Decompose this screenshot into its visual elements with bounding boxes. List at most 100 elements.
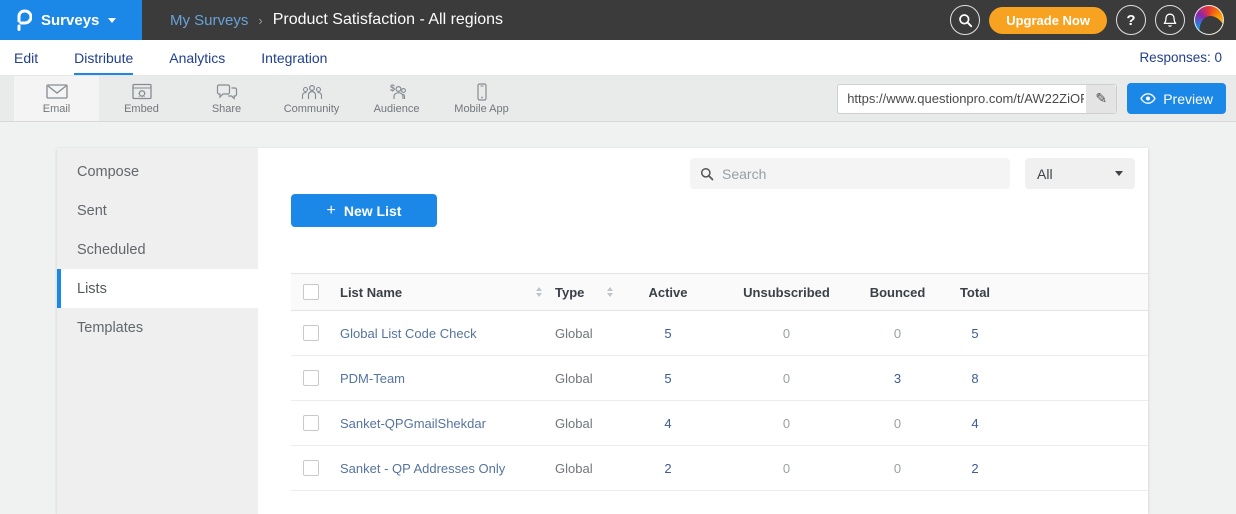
filter-value: All: [1037, 166, 1053, 182]
email-panel: Compose Sent Scheduled Lists Templates A…: [57, 148, 1148, 514]
row-checkbox[interactable]: [303, 325, 319, 341]
channel-community[interactable]: Community: [269, 76, 354, 121]
survey-url-input[interactable]: [837, 84, 1117, 114]
header-type[interactable]: Type: [552, 285, 607, 300]
bounced-count[interactable]: 0: [860, 416, 935, 431]
list-name-link[interactable]: Sanket - QP Addresses Only: [340, 461, 505, 476]
table-row: Sanket - QP Addresses Only Global 2 0 0 …: [291, 446, 1148, 491]
breadcrumb-my-surveys[interactable]: My Surveys: [170, 12, 248, 29]
svg-text:$: $: [390, 83, 395, 93]
new-list-button[interactable]: + New List: [291, 194, 437, 227]
list-type: Global: [552, 416, 623, 431]
sidebar-item-sent[interactable]: Sent: [57, 191, 258, 230]
active-count[interactable]: 5: [623, 326, 713, 341]
table-header: List Name Type Active Unsubscribed Bounc…: [291, 273, 1148, 311]
table-row: Global List Code Check Global 5 0 0 5: [291, 311, 1148, 356]
select-all-checkbox[interactable]: [303, 284, 319, 300]
browser-gear-icon: [130, 83, 154, 101]
channel-label: Share: [212, 103, 241, 115]
nav-tabs: Edit Distribute Analytics Integration: [14, 41, 327, 75]
list-controls: All: [258, 158, 1135, 189]
bounced-count[interactable]: 0: [860, 326, 935, 341]
active-count[interactable]: 2: [623, 461, 713, 476]
row-checkbox[interactable]: [303, 415, 319, 431]
search-input[interactable]: [722, 166, 1000, 182]
sidebar-item-compose[interactable]: Compose: [57, 152, 258, 191]
sort-list-name-icon[interactable]: [536, 287, 542, 297]
product-switcher[interactable]: Surveys: [0, 0, 142, 40]
total-count[interactable]: 4: [935, 416, 1015, 431]
sidebar-item-scheduled[interactable]: Scheduled: [57, 230, 258, 269]
top-bar: Surveys My Surveys › Product Satisfactio…: [0, 0, 1236, 40]
tab-distribute[interactable]: Distribute: [74, 41, 133, 75]
header-unsubscribed: Unsubscribed: [713, 285, 860, 300]
search-button[interactable]: [950, 5, 980, 35]
user-avatar[interactable]: [1194, 5, 1224, 35]
eye-icon: [1140, 93, 1156, 104]
list-name-link[interactable]: Sanket-QPGmailShekdar: [340, 416, 486, 431]
header-total: Total: [935, 285, 1015, 300]
bounced-count[interactable]: 0: [860, 461, 935, 476]
row-checkbox[interactable]: [303, 460, 319, 476]
breadcrumb-separator: ›: [258, 13, 262, 28]
channel-audience[interactable]: $ Audience: [354, 76, 439, 121]
bounced-count[interactable]: 3: [860, 371, 935, 386]
tab-analytics[interactable]: Analytics: [169, 41, 225, 75]
total-count[interactable]: 5: [935, 326, 1015, 341]
distribute-toolbar: Email Embed Share Community $ Audience: [0, 76, 1236, 122]
dollar-people-icon: $: [385, 83, 409, 101]
table-row: PDM-Team Global 5 0 3 8: [291, 356, 1148, 401]
people-group-icon: [300, 83, 324, 101]
list-filter-dropdown[interactable]: All: [1025, 158, 1135, 189]
unsubscribed-count[interactable]: 0: [713, 416, 860, 431]
channel-email[interactable]: Email: [14, 76, 99, 121]
active-count[interactable]: 5: [623, 371, 713, 386]
channel-label: Community: [284, 103, 340, 115]
sidebar-item-templates[interactable]: Templates: [57, 308, 258, 347]
toolbar-right: ✎ Preview: [837, 83, 1236, 114]
unsubscribed-count[interactable]: 0: [713, 461, 860, 476]
responses-count[interactable]: Responses: 0: [1139, 50, 1222, 65]
pencil-icon: ✎: [1095, 90, 1107, 107]
total-count[interactable]: 8: [935, 371, 1015, 386]
active-count[interactable]: 4: [623, 416, 713, 431]
sidebar-item-lists[interactable]: Lists: [57, 269, 258, 308]
list-search-box: [690, 158, 1010, 189]
header-active: Active: [623, 285, 713, 300]
survey-title: Product Satisfaction - All regions: [273, 11, 503, 29]
notifications-button[interactable]: [1155, 5, 1185, 35]
list-type: Global: [552, 461, 623, 476]
unsubscribed-count[interactable]: 0: [713, 371, 860, 386]
tab-edit[interactable]: Edit: [14, 41, 38, 75]
list-name-link[interactable]: PDM-Team: [340, 371, 405, 386]
channel-label: Embed: [124, 103, 159, 115]
sort-type-icon[interactable]: [607, 287, 613, 297]
unsubscribed-count[interactable]: 0: [713, 326, 860, 341]
tab-integration[interactable]: Integration: [261, 41, 327, 75]
envelope-icon: [45, 83, 69, 101]
channel-share[interactable]: Share: [184, 76, 269, 121]
mobile-phone-icon: [470, 83, 494, 101]
header-bounced: Bounced: [860, 285, 935, 300]
edit-url-button[interactable]: ✎: [1086, 85, 1116, 113]
search-icon: [958, 13, 973, 28]
channel-label: Mobile App: [454, 103, 508, 115]
upgrade-now-button[interactable]: Upgrade Now: [989, 7, 1107, 34]
total-count[interactable]: 2: [935, 461, 1015, 476]
product-menu-label: Surveys: [41, 12, 99, 29]
preview-button[interactable]: Preview: [1127, 83, 1226, 114]
header-list-name[interactable]: List Name: [336, 285, 536, 300]
table-row: Sanket-QPGmailShekdar Global 4 0 0 4: [291, 401, 1148, 446]
help-button[interactable]: ?: [1116, 5, 1146, 35]
list-name-link[interactable]: Global List Code Check: [340, 326, 477, 341]
row-checkbox[interactable]: [303, 370, 319, 386]
list-type: Global: [552, 371, 623, 386]
email-sidebar: Compose Sent Scheduled Lists Templates: [57, 148, 258, 514]
lists-main: All + New List List Name Type Active Uns…: [258, 148, 1148, 514]
chevron-down-icon: [108, 18, 116, 23]
channel-embed[interactable]: Embed: [99, 76, 184, 121]
channel-mobile-app[interactable]: Mobile App: [439, 76, 524, 121]
survey-url-wrap: ✎: [837, 84, 1117, 114]
question-mark-icon: ?: [1126, 12, 1135, 29]
channel-label: Email: [43, 103, 71, 115]
